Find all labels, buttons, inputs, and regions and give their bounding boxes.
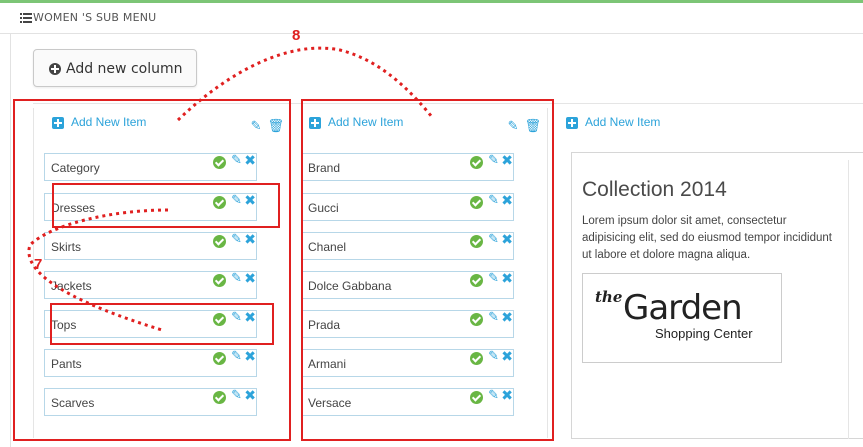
column-header: Add New Item (566, 115, 796, 133)
collection-title: Collection 2014 (582, 178, 727, 201)
highlight-dresses (52, 183, 280, 228)
collection-card: Collection 2014 Lorem ipsum dolor sit am… (571, 152, 863, 439)
plus-circle-icon (49, 63, 61, 75)
menu-header: WOMEN 'S SUB MENU (0, 3, 863, 34)
highlight-column-1 (13, 99, 291, 441)
annotation-label-8: 8 (292, 27, 301, 44)
logo-subtitle: Shopping Center (655, 326, 753, 341)
logo-the: the (595, 288, 623, 306)
add-new-column-button[interactable]: Add new column (33, 49, 197, 87)
highlight-column-2 (301, 99, 554, 441)
logo-garden: Garden (623, 288, 743, 328)
collection-text: Lorem ipsum dolor sit amet, consectetur … (582, 215, 832, 261)
right-divider (848, 160, 849, 439)
add-new-item-link[interactable]: Add New Item (585, 115, 660, 129)
list-icon (20, 13, 32, 23)
menu-title: WOMEN 'S SUB MENU (33, 11, 157, 24)
garden-logo: the Garden Shopping Center (582, 273, 782, 363)
highlight-tops (50, 303, 274, 345)
add-new-column-label: Add new column (66, 61, 183, 77)
left-border (10, 33, 11, 447)
annotation-label-7: 7 (34, 256, 43, 273)
plus-square-icon[interactable] (566, 117, 578, 129)
